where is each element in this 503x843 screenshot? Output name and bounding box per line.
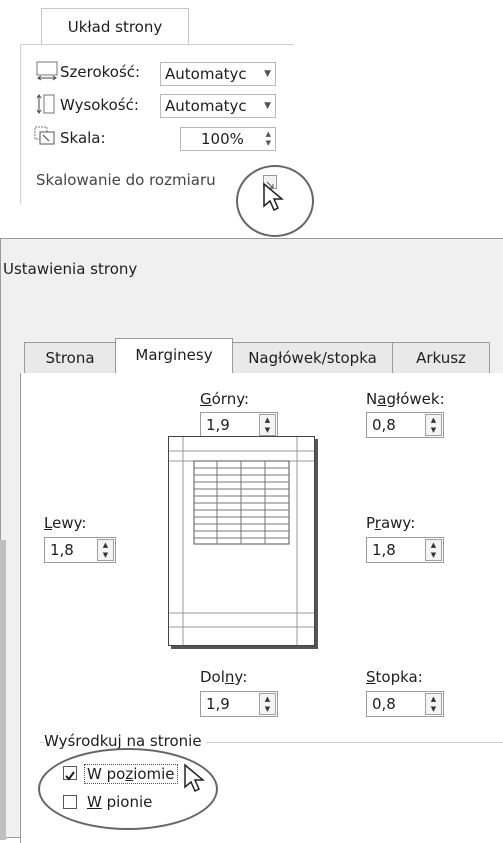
- spin-arrows-icon[interactable]: ▲ ▼: [425, 693, 442, 715]
- height-label: Wysokość:: [60, 96, 139, 114]
- scale-icon: [34, 126, 56, 146]
- top-margin-spinner[interactable]: 1,9 ▲ ▼: [200, 412, 278, 438]
- left-margin-spinner[interactable]: 1,8 ▲ ▼: [44, 537, 116, 563]
- page-preview: [168, 436, 315, 646]
- scale-spinner[interactable]: 100% ▲ ▼: [180, 127, 276, 151]
- bottom-margin-label: Dolny:: [200, 668, 248, 686]
- tab-strona[interactable]: Strona: [24, 342, 116, 373]
- bottom-margin-spinner[interactable]: 1,9 ▲ ▼: [200, 691, 278, 717]
- width-label: Szerokość:: [60, 63, 141, 81]
- right-margin-label: Prawy:: [366, 514, 416, 532]
- chevron-down-icon: ▼: [264, 101, 271, 111]
- left-margin-label: Lewy:: [44, 514, 87, 532]
- scale-label: Skala:: [60, 129, 106, 147]
- height-icon: [34, 93, 56, 114]
- footer-margin-value: 0,8: [372, 695, 396, 713]
- footer-margin-label: Stopka:: [366, 668, 423, 686]
- dialog-title: Ustawienia strony: [3, 260, 138, 278]
- spin-arrows-icon[interactable]: ▲ ▼: [425, 539, 442, 561]
- group-caption: Skalowanie do rozmiaru: [36, 171, 216, 189]
- spin-arrows-icon[interactable]: ▲ ▼: [259, 414, 276, 436]
- top-margin-value: 1,9: [206, 416, 230, 434]
- left-margin-value: 1,8: [50, 541, 74, 559]
- right-margin-value: 1,8: [372, 541, 396, 559]
- spin-arrows-icon[interactable]: ▲ ▼: [425, 414, 442, 436]
- height-value: Automatyc: [165, 97, 247, 115]
- cursor-icon: [183, 763, 206, 797]
- scale-value: 100%: [201, 130, 244, 148]
- header-margin-spinner[interactable]: 0,8 ▲ ▼: [366, 412, 444, 438]
- tab-marginesy[interactable]: Marginesy: [115, 338, 233, 374]
- spin-arrows-icon[interactable]: ▲ ▼: [97, 539, 114, 561]
- height-combo[interactable]: Automatyc ▼: [160, 94, 276, 118]
- bottom-margin-value: 1,9: [206, 695, 230, 713]
- header-margin-label: Nagłówek:: [366, 390, 445, 408]
- spin-arrows-icon[interactable]: ▲ ▼: [259, 693, 276, 715]
- cursor-icon: [262, 182, 285, 216]
- tab-arkusz[interactable]: Arkusz: [392, 342, 490, 373]
- tab-naglowek-stopka[interactable]: Nagłówek/stopka: [232, 342, 393, 373]
- right-margin-spinner[interactable]: 1,8 ▲ ▼: [366, 537, 444, 563]
- spin-arrows-icon[interactable]: ▲ ▼: [266, 130, 271, 148]
- width-value: Automatyc: [165, 65, 247, 83]
- footer-margin-spinner[interactable]: 0,8 ▲ ▼: [366, 691, 444, 717]
- page-layout-tab[interactable]: Układ strony: [41, 8, 189, 45]
- chevron-down-icon: ▼: [264, 69, 271, 79]
- dialog-edge: [0, 540, 6, 840]
- width-combo[interactable]: Automatyc ▼: [160, 62, 276, 86]
- width-icon: [36, 61, 58, 81]
- header-margin-value: 0,8: [372, 416, 396, 434]
- top-margin-label: Górny:: [200, 390, 250, 408]
